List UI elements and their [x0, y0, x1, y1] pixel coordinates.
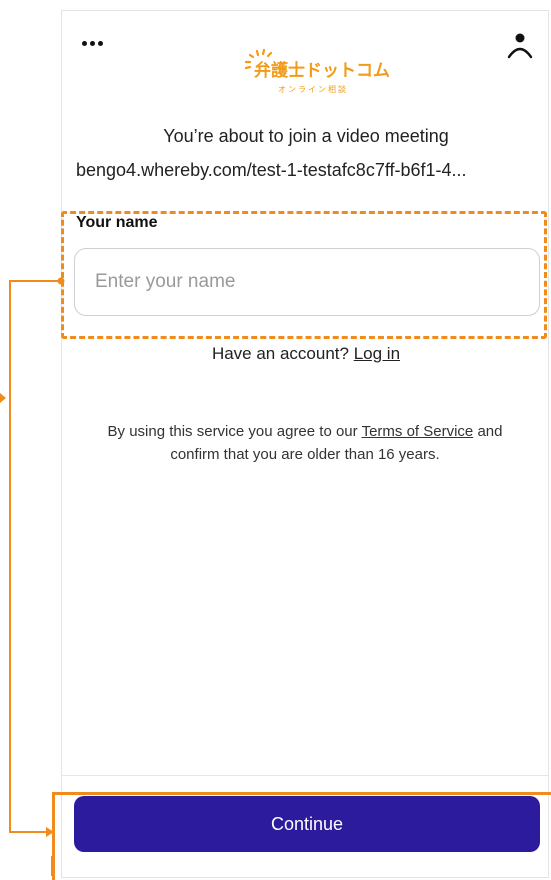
- annotation-connector: [0, 277, 65, 876]
